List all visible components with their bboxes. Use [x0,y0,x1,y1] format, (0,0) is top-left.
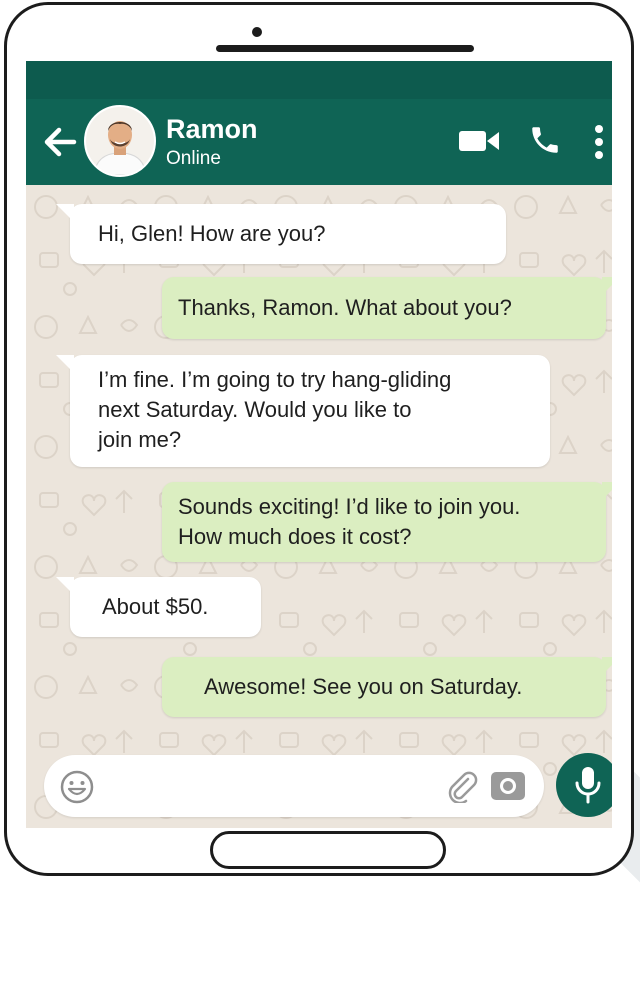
arrow-left-icon[interactable] [42,125,78,159]
paperclip-icon[interactable] [446,769,478,803]
status-bar [26,61,612,99]
phone-icon[interactable] [528,123,562,157]
message-bubble-outgoing[interactable]: Thanks, Ramon. What about you? [162,277,612,339]
microphone-icon [575,767,601,804]
emoji-icon[interactable] [59,769,95,805]
video-camera-icon[interactable] [458,127,500,155]
avatar[interactable] [84,105,156,177]
home-button[interactable] [210,831,446,869]
speaker-grille [216,45,474,52]
contact-status: Online [166,148,221,169]
avatar-portrait [86,107,154,175]
message-bubble-incoming[interactable]: About $50. [56,577,261,637]
message-bubble-outgoing[interactable]: Sounds exciting! I’d like to join you. H… [162,482,612,562]
message-bubble-incoming[interactable]: Hi, Glen! How are you? [56,204,506,264]
message-bubble-incoming[interactable]: I’m fine. I’m going to try hang-gliding … [56,355,550,467]
more-vertical-icon[interactable] [594,124,604,160]
message-composer [44,755,544,817]
chat-screen: Ramon Online Hi, Glen! How are you? Than… [26,61,612,828]
message-bubble-outgoing[interactable]: Awesome! See you on Saturday. [162,657,612,717]
phone-frame: Ramon Online Hi, Glen! How are you? Than… [4,2,634,876]
voice-message-button[interactable] [556,753,612,817]
front-camera-dot [252,27,262,37]
contact-name[interactable]: Ramon [166,114,258,145]
chat-header: Ramon Online [26,99,612,185]
message-input[interactable] [108,769,442,805]
camera-icon[interactable] [490,768,526,804]
